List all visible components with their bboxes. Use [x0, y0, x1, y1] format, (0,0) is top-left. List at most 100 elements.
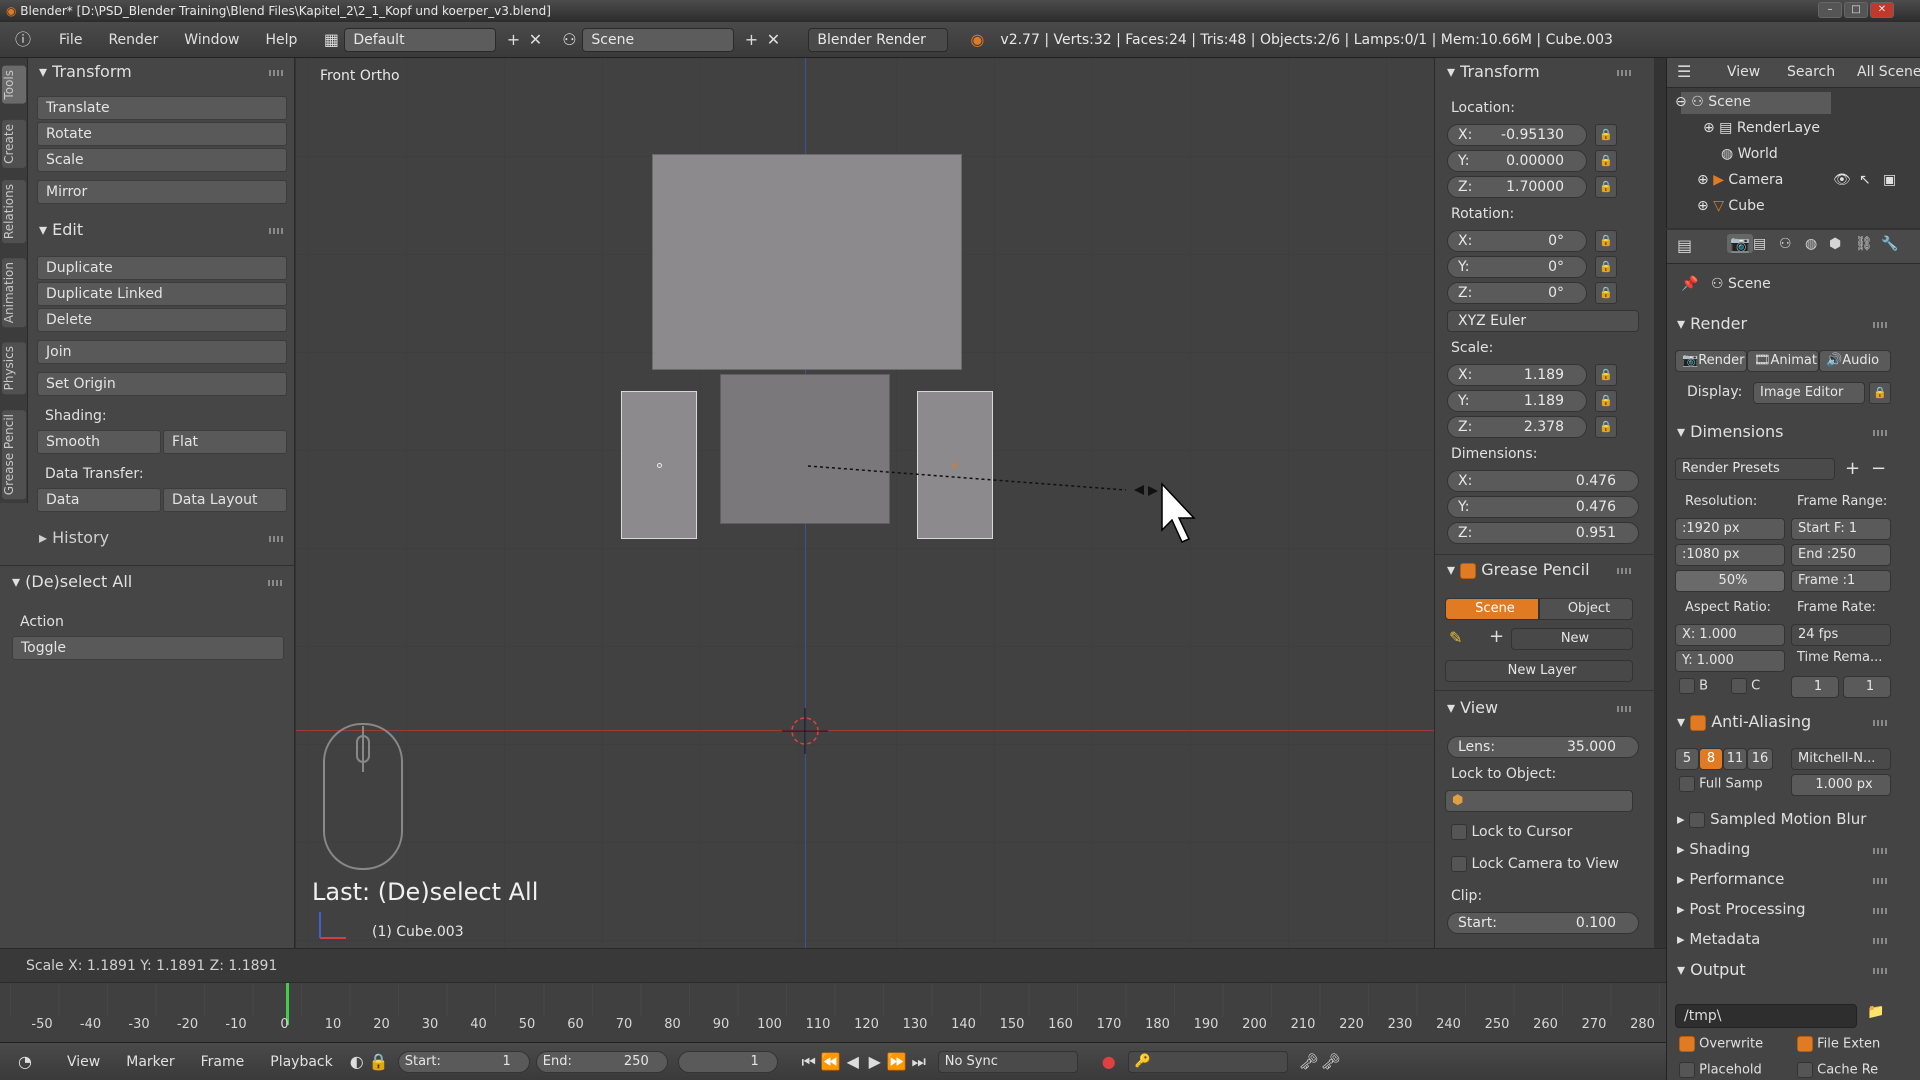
shading-panel-header[interactable]: ▸ Shading — [1677, 840, 1750, 858]
dimension-z-field[interactable]: Z: 0.951 — [1447, 522, 1639, 544]
full-sample-option[interactable]: Full Samp — [1679, 776, 1763, 792]
lock-icon[interactable]: 🔒 — [1595, 230, 1617, 252]
timeline-editor[interactable]: -50 -40 -30 -20 -10 0 10 20 30 40 50 60 70 80 90 100 110… — [0, 982, 1666, 1042]
frame-rate-select[interactable]: 24 fps — [1791, 624, 1891, 646]
aspect-y-field[interactable]: Y: 1.000 — [1675, 650, 1785, 672]
panel-grip-icon[interactable] — [1873, 720, 1887, 726]
animation-button[interactable]: 🎞Animat — [1747, 350, 1819, 372]
tab-relations[interactable]: Relations — [2, 180, 26, 244]
resolution-percent-slider[interactable]: 50% — [1675, 570, 1785, 592]
select-icon[interactable]: ↖ — [1859, 172, 1871, 188]
location-z-field[interactable]: Z: 1.70000 — [1447, 176, 1587, 198]
properties-editor-icon[interactable]: ▤ — [1677, 236, 1692, 255]
tab-physics[interactable]: Physics — [2, 342, 26, 395]
border-option[interactable]: B — [1679, 678, 1708, 694]
render-panel-header[interactable]: ▾ Render — [1677, 314, 1747, 333]
outliner-cube[interactable]: ⊕ ▽ Cube — [1697, 198, 1765, 214]
preview-range-icon[interactable]: ◐ — [346, 1051, 368, 1073]
3d-viewport[interactable]: Front Ortho Last: (De)select All (1) Cub… — [296, 58, 1434, 948]
lock-object-field[interactable]: ⬢ — [1445, 790, 1633, 812]
timeline-menu-marker[interactable]: Marker — [113, 1054, 187, 1070]
play-icon[interactable]: ▶ — [864, 1051, 886, 1073]
tab-animation[interactable]: Animation — [2, 258, 26, 328]
outliner-renderlayer[interactable]: ⊕ ▤ RenderLaye — [1703, 120, 1820, 136]
panel-grip-icon[interactable] — [269, 536, 283, 542]
mirror-button[interactable]: Mirror — [37, 180, 287, 204]
remove-preset-icon[interactable]: − — [1871, 458, 1886, 479]
history-panel-header[interactable]: ▸ History — [39, 528, 109, 547]
world-tab-icon[interactable]: ◍ — [1805, 236, 1817, 252]
delete-keyframe-icon[interactable]: 🗝 — [1320, 1051, 1342, 1073]
jump-keyframe-forward-icon[interactable]: ⏩ — [886, 1051, 908, 1073]
view-panel-header[interactable]: ▾ View — [1447, 698, 1498, 717]
panel-grip-icon[interactable] — [269, 70, 283, 76]
frame-start-field[interactable]: Start F: 1 — [1791, 518, 1891, 540]
resolution-x-field[interactable]: :1920 px — [1675, 518, 1785, 540]
insert-keyframe-icon[interactable]: 🗝 — [1298, 1051, 1320, 1073]
aa-samples-5[interactable]: 5 — [1675, 748, 1699, 770]
lock-camera-option[interactable]: Lock Camera to View — [1451, 856, 1619, 872]
current-frame-field[interactable]: 1 — [677, 1050, 778, 1073]
gp-new-button[interactable]: New — [1511, 628, 1633, 650]
tab-grease-pencil[interactable]: Grease Pencil — [2, 410, 26, 500]
gp-tab-scene[interactable]: Scene — [1445, 598, 1539, 620]
remove-layout-icon[interactable]: ✕ — [524, 29, 546, 51]
menu-render[interactable]: Render — [95, 32, 171, 48]
metadata-panel-header[interactable]: ▸ Metadata — [1677, 930, 1760, 948]
dimension-x-field[interactable]: X: 0.476 — [1447, 470, 1639, 492]
tab-create[interactable]: Create — [2, 120, 26, 168]
modifiers-tab-icon[interactable]: 🔧 — [1881, 236, 1898, 252]
transform-panel-header[interactable]: ▾ Transform — [39, 62, 132, 81]
aspect-x-field[interactable]: X: 1.000 — [1675, 624, 1785, 646]
screen-layout-field[interactable]: Default — [344, 27, 497, 52]
output-panel-header[interactable]: ▾ Output — [1677, 960, 1746, 979]
screen-layout-icon[interactable]: ▦ — [320, 29, 342, 51]
clip-start-field[interactable]: Start: 0.100 — [1447, 912, 1639, 934]
timeline-menu-playback[interactable]: Playback — [257, 1054, 345, 1070]
outliner-menu-search[interactable]: Search — [1787, 64, 1835, 80]
minimize-button[interactable]: – — [1818, 2, 1842, 18]
grease-pencil-header[interactable]: ▾ Grease Pencil — [1447, 560, 1590, 579]
end-frame-field[interactable]: End: 250 — [535, 1050, 668, 1073]
pin-icon[interactable]: 📌 — [1681, 276, 1698, 292]
frame-step-field[interactable]: Frame :1 — [1791, 570, 1891, 592]
post-processing-panel-header[interactable]: ▸ Post Processing — [1677, 900, 1806, 918]
aa-panel-header[interactable]: ▾ Anti-Aliasing — [1677, 712, 1811, 731]
add-layout-icon[interactable]: + — [502, 29, 524, 51]
lens-field[interactable]: Lens: 35.000 — [1447, 736, 1639, 758]
object-tab-icon[interactable]: ⬢ — [1829, 236, 1841, 252]
render-button[interactable]: 📷Render — [1675, 350, 1747, 372]
lock-icon[interactable]: 🔒 — [1595, 256, 1617, 278]
timeline-editor-icon[interactable]: ◔ — [14, 1051, 36, 1073]
render-presets-select[interactable]: Render Presets — [1675, 458, 1835, 480]
jump-keyframe-back-icon[interactable]: ⏪ — [820, 1051, 842, 1073]
resolution-y-field[interactable]: :1080 px — [1675, 544, 1785, 566]
lock-icon[interactable]: 🔒 — [368, 1051, 390, 1073]
add-scene-icon[interactable]: + — [740, 29, 762, 51]
lock-icon[interactable]: 🔒 — [1869, 382, 1891, 404]
panel-grip-icon[interactable] — [1617, 70, 1631, 76]
outliner-display-select[interactable]: All Scenes — [1857, 64, 1920, 80]
time-remap-new-field[interactable]: 1 — [1843, 676, 1891, 698]
panel-grip-icon[interactable] — [269, 228, 283, 234]
eye-icon[interactable]: 👁 — [1833, 172, 1851, 188]
data-layout-button[interactable]: Data Layout — [163, 488, 287, 512]
render-engine-select[interactable]: Blender Render — [808, 27, 949, 52]
edit-panel-header[interactable]: ▾ Edit — [39, 220, 83, 239]
performance-panel-header[interactable]: ▸ Performance — [1677, 870, 1784, 888]
cache-result-option[interactable]: Cache Re — [1797, 1062, 1878, 1078]
output-path-field[interactable]: /tmp\ — [1675, 1004, 1857, 1028]
lock-icon[interactable]: 🔒 — [1595, 364, 1617, 386]
grease-pencil-checkbox[interactable] — [1460, 562, 1477, 579]
rotation-z-field[interactable]: Z: 0° — [1447, 282, 1587, 304]
maximize-button[interactable]: □ — [1844, 2, 1868, 18]
lock-icon[interactable]: 🔒 — [1595, 416, 1617, 438]
add-icon[interactable]: + — [1489, 626, 1504, 647]
panel-grip-icon[interactable] — [1873, 848, 1887, 854]
lock-icon[interactable]: 🔒 — [1595, 150, 1617, 172]
gp-tab-object[interactable]: Object — [1539, 598, 1633, 620]
record-icon[interactable]: ● — [1098, 1051, 1120, 1073]
panel-grip-icon[interactable] — [1617, 568, 1631, 574]
aa-samples-8[interactable]: 8 — [1699, 748, 1723, 770]
render-icon[interactable]: ▣ — [1883, 172, 1896, 188]
